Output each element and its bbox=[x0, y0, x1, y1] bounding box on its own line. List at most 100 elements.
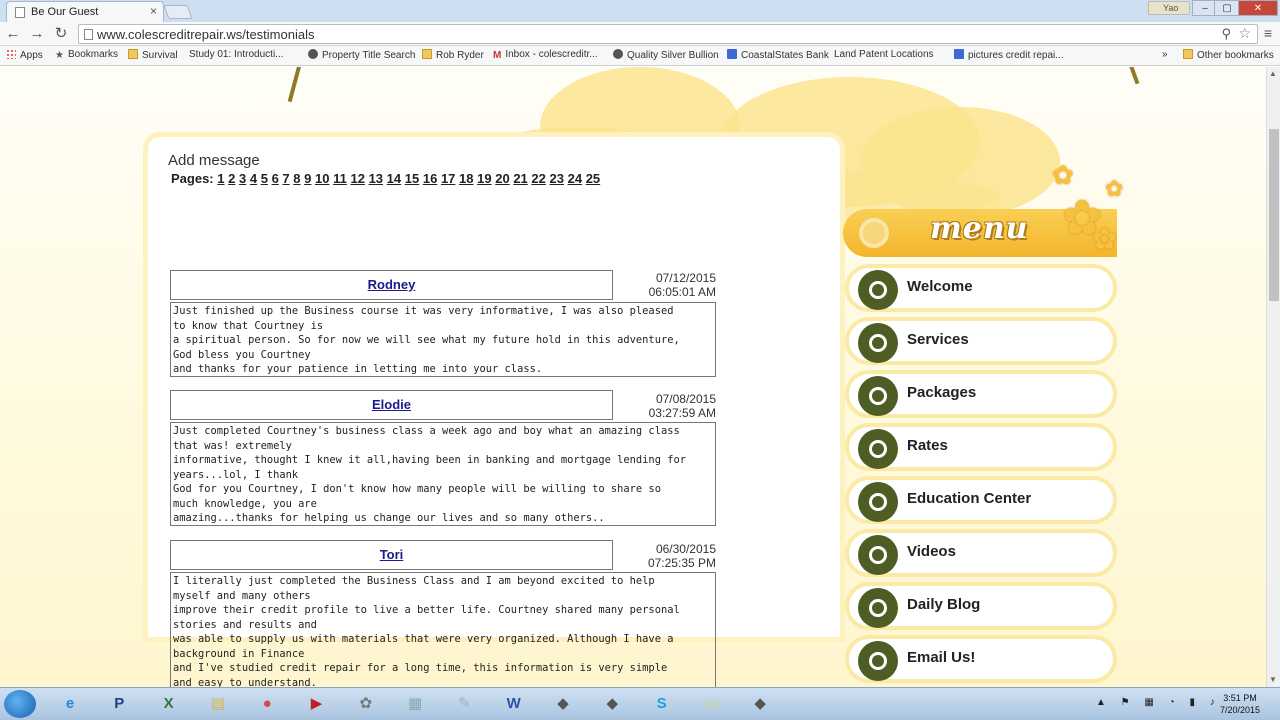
entry-time: 07:25:35 PM bbox=[647, 556, 716, 570]
bookmark-label: Rob Ryder bbox=[436, 50, 484, 61]
add-message-link[interactable]: Add message bbox=[168, 152, 260, 169]
bookmark-label: Apps bbox=[20, 50, 43, 61]
page-link-13[interactable]: 13 bbox=[369, 171, 383, 186]
file-explorer-taskbar-icon[interactable]: ▤ bbox=[198, 691, 238, 717]
page-link-1[interactable]: 1 bbox=[217, 171, 224, 186]
page-link-6[interactable]: 6 bbox=[272, 171, 279, 186]
menu-item-services[interactable]: Services bbox=[845, 317, 1117, 365]
bookmark-star-icon[interactable]: ☆ bbox=[1238, 25, 1251, 42]
page-link-5[interactable]: 5 bbox=[261, 171, 268, 186]
bookmark-rob-ryder[interactable]: Rob Ryder bbox=[422, 49, 484, 61]
calculator-taskbar-icon[interactable]: ▦ bbox=[395, 691, 435, 717]
app-taskbar-icon[interactable]: ◆ bbox=[740, 691, 780, 717]
bookmark-apps[interactable]: Apps bbox=[6, 49, 43, 61]
page-link-2[interactable]: 2 bbox=[228, 171, 235, 186]
bookmark-property-title-search[interactable]: Property Title Search bbox=[308, 49, 415, 61]
page-link-19[interactable]: 19 bbox=[477, 171, 491, 186]
scroll-thumb[interactable] bbox=[1269, 129, 1279, 301]
star-icon: ★ bbox=[55, 50, 64, 61]
page-link-15[interactable]: 15 bbox=[405, 171, 419, 186]
entry-name-box: Elodie bbox=[170, 390, 613, 420]
page-link-14[interactable]: 14 bbox=[387, 171, 401, 186]
chrome-taskbar-icon[interactable]: ● bbox=[247, 691, 287, 717]
entry-author-link[interactable]: Elodie bbox=[372, 397, 411, 412]
page-link-3[interactable]: 3 bbox=[239, 171, 246, 186]
bookmark-coastalstates-bank[interactable]: CoastalStates Bank bbox=[727, 49, 829, 61]
bookmark-survival[interactable]: Survival bbox=[128, 49, 178, 61]
page-link-10[interactable]: 10 bbox=[315, 171, 329, 186]
notepad-taskbar-icon[interactable]: ✎ bbox=[444, 691, 484, 717]
page-link-9[interactable]: 9 bbox=[304, 171, 311, 186]
menu-item-videos[interactable]: Videos bbox=[845, 529, 1117, 577]
bookmark-pictures[interactable]: pictures credit repai... bbox=[954, 49, 1064, 61]
page-link-12[interactable]: 12 bbox=[350, 171, 364, 186]
bookmark-inbox[interactable]: M Inbox - colescreditr... bbox=[493, 49, 598, 61]
page-link-24[interactable]: 24 bbox=[568, 171, 582, 186]
page-link-7[interactable]: 7 bbox=[282, 171, 289, 186]
entry-date: 07/08/2015 bbox=[655, 392, 716, 406]
page-link-20[interactable]: 20 bbox=[495, 171, 509, 186]
page-link-21[interactable]: 21 bbox=[513, 171, 527, 186]
tab-close-icon[interactable]: × bbox=[150, 4, 157, 18]
flower-icon: ✿ bbox=[1092, 223, 1118, 256]
page-link-22[interactable]: 22 bbox=[531, 171, 545, 186]
app-taskbar-icon[interactable]: ◆ bbox=[543, 691, 583, 717]
page-list: 1 2 3 4 5 6 7 8 9 10 11 12 13 14 15 16 1… bbox=[217, 171, 600, 186]
bookmark-bookmarks[interactable]: ★ Bookmarks bbox=[55, 49, 118, 61]
entry-time: 03:27:59 AM bbox=[648, 406, 716, 420]
paypal-taskbar-icon[interactable]: P bbox=[99, 691, 139, 717]
bookmark-silver-bullion[interactable]: Quality Silver Bullion bbox=[613, 49, 719, 61]
clock[interactable]: 3:51 PM 7/20/2015 bbox=[1208, 692, 1272, 716]
page-link-11[interactable]: 11 bbox=[333, 171, 347, 186]
gmail-icon: M bbox=[493, 50, 502, 61]
entry-author-link[interactable]: Rodney bbox=[368, 277, 416, 292]
zoom-icon[interactable]: ⚲ bbox=[1221, 26, 1231, 42]
app-taskbar-icon[interactable]: ◆ bbox=[592, 691, 632, 717]
menu-item-welcome[interactable]: Welcome bbox=[845, 264, 1117, 312]
page-link-18[interactable]: 18 bbox=[459, 171, 473, 186]
youtube-taskbar-icon[interactable]: ▶ bbox=[297, 691, 337, 717]
entry-date: 06/30/2015 bbox=[655, 542, 716, 556]
browser-tab[interactable]: Be Our Guest × bbox=[6, 1, 164, 22]
menu-item-rates[interactable]: Rates bbox=[845, 423, 1117, 471]
internet-explorer-taskbar-icon[interactable]: e bbox=[50, 691, 90, 717]
entry-author-link[interactable]: Tori bbox=[380, 547, 404, 562]
close-window-button[interactable]: ✕ bbox=[1238, 0, 1278, 16]
ccleaner-taskbar-icon[interactable]: ✿ bbox=[346, 691, 386, 717]
scroll-up-arrow-icon[interactable]: ▲ bbox=[1269, 69, 1277, 78]
skype-taskbar-icon[interactable]: S bbox=[642, 691, 682, 717]
system-tray[interactable]: ▲ ⚑ ▦ ◔ ▮ ♪ bbox=[1096, 697, 1221, 708]
menu-item-label: Videos bbox=[907, 543, 956, 560]
page-link-23[interactable]: 23 bbox=[550, 171, 564, 186]
start-button[interactable] bbox=[4, 690, 36, 718]
profile-button[interactable]: Yao bbox=[1148, 1, 1190, 15]
menu-bullet-icon bbox=[858, 429, 898, 469]
page-link-17[interactable]: 17 bbox=[441, 171, 455, 186]
menu-item-packages[interactable]: Packages bbox=[845, 370, 1117, 418]
excel-taskbar-icon[interactable]: X bbox=[149, 691, 189, 717]
address-bar[interactable]: www.colescreditrepair.ws/testimonials ⚲ … bbox=[78, 24, 1258, 44]
sticky-notes-taskbar-icon[interactable]: ▭ bbox=[691, 691, 731, 717]
page-link-16[interactable]: 16 bbox=[423, 171, 437, 186]
bookmark-study[interactable]: Study 01: Introducti... bbox=[189, 49, 284, 126]
word-taskbar-icon[interactable]: W bbox=[494, 691, 534, 717]
entry-timestamp: 07/12/2015 06:05:01 AM bbox=[616, 271, 716, 299]
scroll-down-arrow-icon[interactable]: ▼ bbox=[1269, 675, 1277, 684]
menu-item-education-center[interactable]: Education Center bbox=[845, 476, 1117, 524]
forward-button[interactable]: → bbox=[28, 25, 46, 43]
other-bookmarks[interactable]: Other bookmarks bbox=[1183, 49, 1274, 61]
maximize-button[interactable]: ▢ bbox=[1214, 0, 1240, 16]
bookmarks-overflow-button[interactable]: » bbox=[1162, 49, 1168, 60]
page-link-25[interactable]: 25 bbox=[586, 171, 600, 186]
page-link-4[interactable]: 4 bbox=[250, 171, 257, 186]
reload-button[interactable]: ↻ bbox=[52, 25, 70, 43]
chrome-menu-icon[interactable]: ≡ bbox=[1264, 25, 1272, 41]
new-tab-button[interactable] bbox=[163, 5, 193, 19]
bookmark-land-patent[interactable]: Land Patent Locations bbox=[834, 49, 934, 126]
vertical-scrollbar[interactable]: ▲ ▼ bbox=[1266, 67, 1280, 687]
bookmark-label: Survival bbox=[142, 50, 178, 61]
page-link-8[interactable]: 8 bbox=[293, 171, 300, 186]
menu-item-daily-blog[interactable]: Daily Blog bbox=[845, 582, 1117, 630]
back-button[interactable]: ← bbox=[4, 25, 22, 43]
menu-item-email-us[interactable]: Email Us! bbox=[845, 635, 1117, 683]
